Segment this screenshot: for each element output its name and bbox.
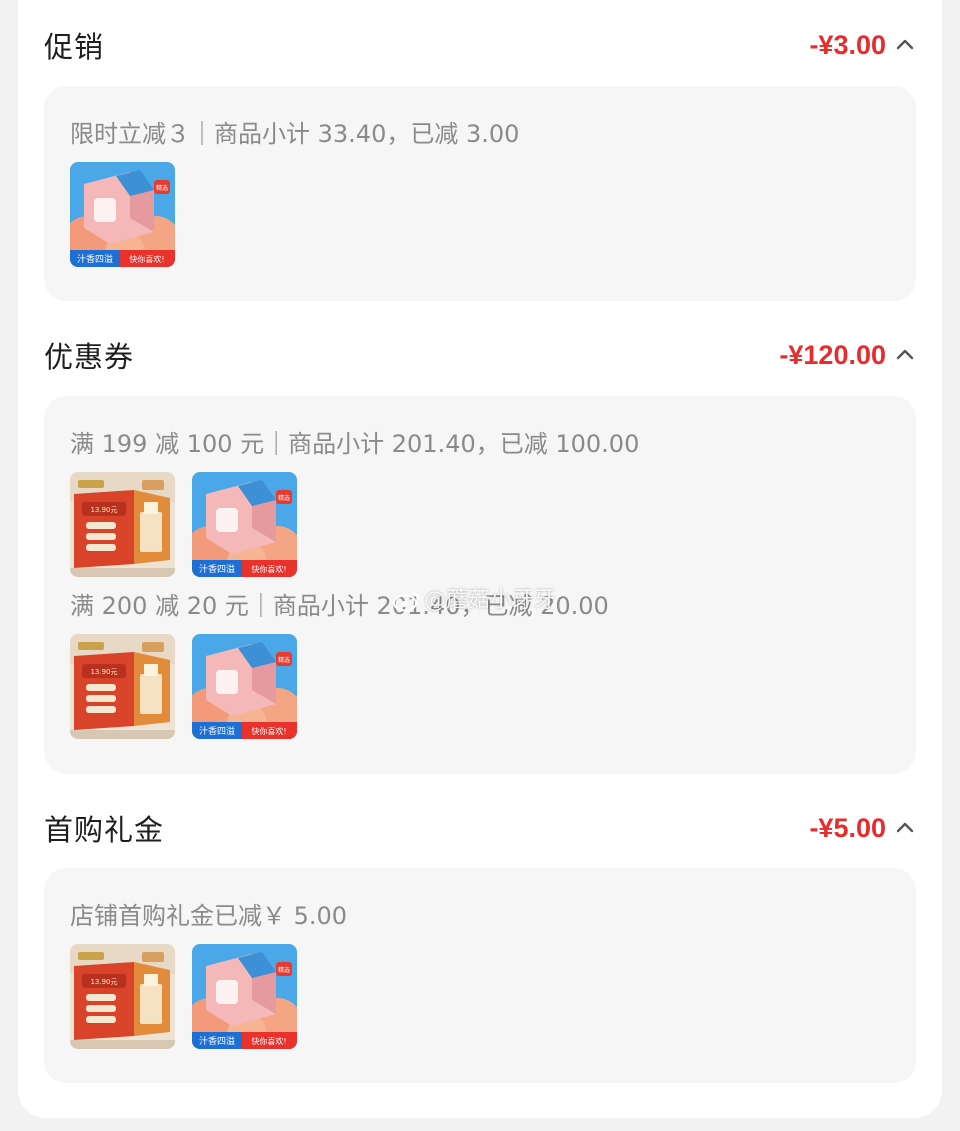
product-thumbnail-peach-juice[interactable]: 精选 汁香四溢 快你喜欢! bbox=[192, 472, 297, 577]
peach-juice-box-image: 精选 汁香四溢 快你喜欢! bbox=[192, 944, 297, 1049]
section-title: 优惠券 bbox=[44, 340, 135, 374]
watermark: @蘑菇小牙牙 bbox=[392, 582, 556, 614]
svg-text:快你喜欢!: 快你喜欢! bbox=[251, 726, 286, 736]
svg-text:精选: 精选 bbox=[156, 184, 168, 192]
section-amount-group: -¥120.00 bbox=[779, 340, 916, 371]
product-thumbnail-peach-juice[interactable]: 精选 汁香四溢 快你喜欢! bbox=[192, 944, 297, 1049]
svg-text:快你喜欢!: 快你喜欢! bbox=[251, 1036, 286, 1046]
peach-juice-box-image: 精选 汁香四溢 快你喜欢! bbox=[70, 162, 175, 267]
product-thumbnail-peach-juice[interactable]: 精选 汁香四溢 快你喜欢! bbox=[192, 634, 297, 739]
svg-text:精选: 精选 bbox=[278, 966, 290, 974]
section-amount: -¥3.00 bbox=[809, 29, 886, 60]
product-thumbnail-snack-gift[interactable]: 13.90元 bbox=[70, 944, 175, 1049]
discount-detail-sheet: 促销 -¥3.00 限时立减３｜商品小计 33.40，已减 3.00 精选 汁香… bbox=[18, 0, 942, 1118]
section-header-coupon[interactable]: 优惠券 -¥120.00 bbox=[44, 330, 916, 380]
svg-text:汁香四溢: 汁香四溢 bbox=[199, 1035, 235, 1047]
svg-text:汁香四溢: 汁香四溢 bbox=[199, 563, 235, 575]
chevron-up-icon[interactable] bbox=[894, 819, 916, 837]
watermark-text: @蘑菇小牙牙 bbox=[424, 588, 557, 613]
section-amount: -¥5.00 bbox=[809, 812, 886, 843]
discount-card-promotion: 限时立减３｜商品小计 33.40，已减 3.00 精选 汁香四溢 快你喜欢! bbox=[44, 86, 916, 301]
section-title: 促销 bbox=[44, 30, 105, 64]
product-thumbnail-peach-juice[interactable]: 精选 汁香四溢 快你喜欢! bbox=[70, 162, 175, 267]
chevron-up-icon[interactable] bbox=[894, 346, 916, 364]
discount-rule-text: 满 199 减 100 元｜商品小计 201.40，已减 100.00 bbox=[70, 430, 640, 458]
weibo-logo-icon bbox=[393, 592, 420, 612]
svg-text:精选: 精选 bbox=[278, 656, 290, 664]
svg-text:汁香四溢: 汁香四溢 bbox=[77, 253, 113, 265]
svg-text:精选: 精选 bbox=[278, 494, 290, 502]
product-thumbnail-snack-gift[interactable]: 13.90元 bbox=[70, 634, 175, 739]
peach-juice-box-image: 精选 汁香四溢 快你喜欢! bbox=[192, 472, 297, 577]
discount-card-first-purchase: 店铺首购礼金已减￥ 5.00 13.90元 精选 汁香四溢 快你喜欢! bbox=[44, 868, 916, 1083]
svg-text:快你喜欢!: 快你喜欢! bbox=[251, 564, 286, 574]
chevron-up-icon[interactable] bbox=[894, 36, 916, 54]
svg-text:13.90元: 13.90元 bbox=[90, 978, 117, 986]
discount-rule-text: 店铺首购礼金已减￥ 5.00 bbox=[70, 902, 348, 930]
peach-juice-box-image: 精选 汁香四溢 快你喜欢! bbox=[192, 634, 297, 739]
section-amount: -¥120.00 bbox=[779, 339, 886, 370]
section-header-promotion[interactable]: 促销 -¥3.00 bbox=[44, 20, 916, 70]
section-header-first-purchase-gift[interactable]: 首购礼金 -¥5.00 bbox=[44, 803, 916, 853]
section-title: 首购礼金 bbox=[44, 813, 165, 847]
section-amount-group: -¥5.00 bbox=[809, 813, 916, 844]
svg-text:13.90元: 13.90元 bbox=[90, 506, 117, 514]
snack-gift-box-image: 13.90元 bbox=[70, 944, 175, 1049]
svg-text:汁香四溢: 汁香四溢 bbox=[199, 725, 235, 737]
svg-text:快你喜欢!: 快你喜欢! bbox=[129, 254, 164, 264]
discount-rule-text: 限时立减３｜商品小计 33.40，已减 3.00 bbox=[70, 120, 520, 148]
snack-gift-box-image: 13.90元 bbox=[70, 634, 175, 739]
svg-text:13.90元: 13.90元 bbox=[90, 668, 117, 676]
section-amount-group: -¥3.00 bbox=[809, 30, 916, 61]
product-thumbnail-snack-gift[interactable]: 13.90元 bbox=[70, 472, 175, 577]
snack-gift-box-image: 13.90元 bbox=[70, 472, 175, 577]
